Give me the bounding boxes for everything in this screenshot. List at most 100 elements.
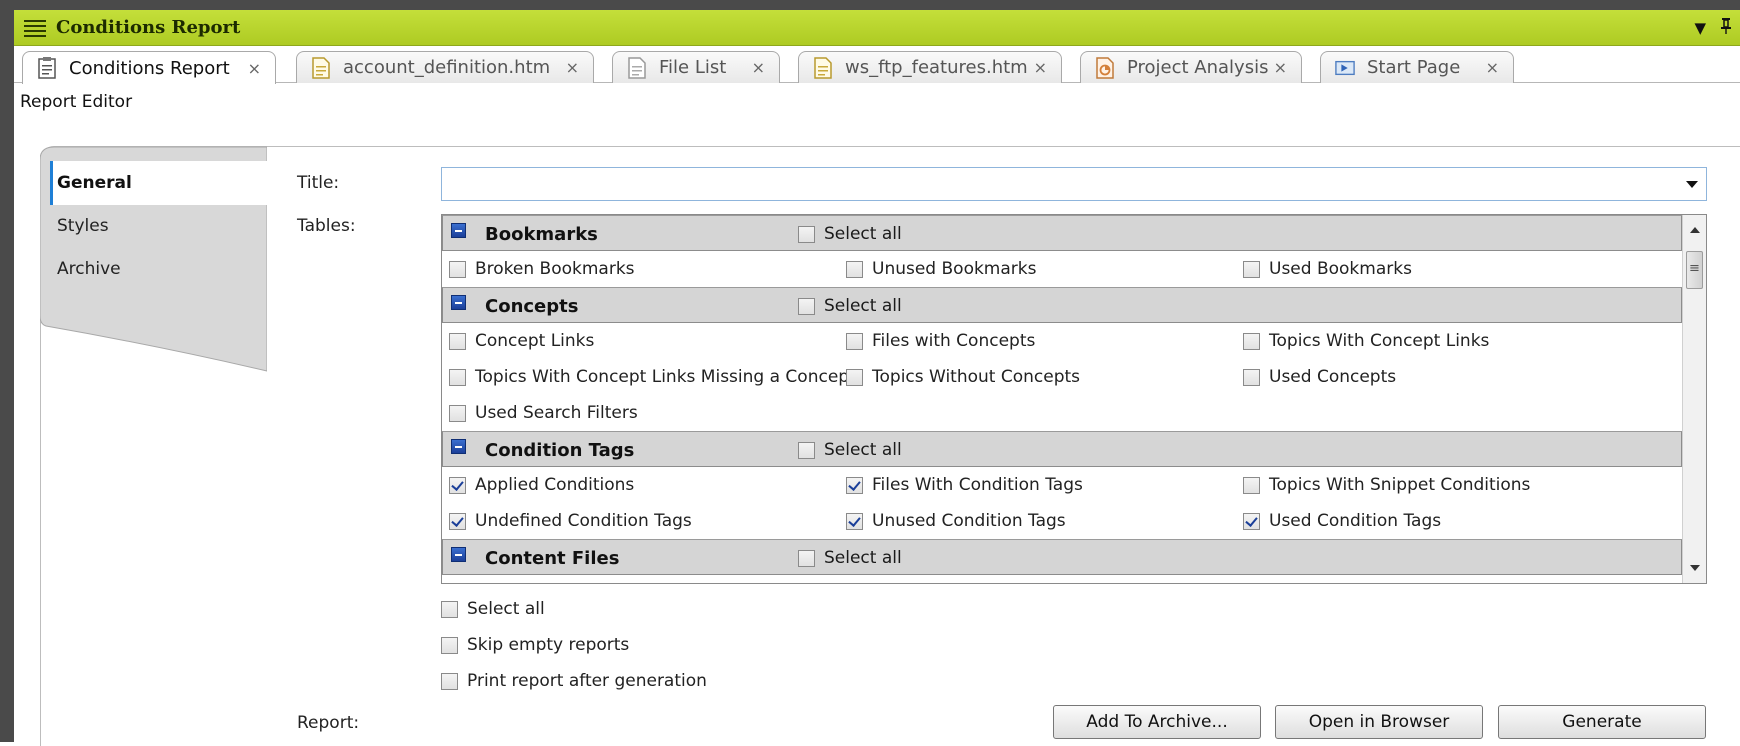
nav-general[interactable]: General bbox=[50, 161, 267, 205]
open-in-browser-button[interactable]: Open in Browser bbox=[1275, 705, 1483, 739]
close-icon[interactable]: × bbox=[1034, 58, 1047, 77]
close-icon[interactable]: × bbox=[752, 58, 765, 77]
table-option-topics-without-concepts[interactable]: Topics Without Concepts bbox=[846, 367, 1080, 387]
tab-label: Project Analysis bbox=[1127, 57, 1269, 78]
checkbox[interactable] bbox=[846, 368, 863, 386]
add-to-archive-button[interactable]: Add To Archive... bbox=[1053, 705, 1261, 739]
checkbox[interactable] bbox=[449, 260, 466, 278]
option-label: Print report after generation bbox=[467, 671, 707, 691]
tab-start-page[interactable]: Start Page × bbox=[1320, 51, 1514, 83]
option-skip-empty-reports[interactable]: Skip empty reports bbox=[441, 635, 629, 655]
vertical-scrollbar[interactable] bbox=[1682, 215, 1706, 583]
collapse-icon[interactable] bbox=[451, 295, 466, 310]
checkbox[interactable] bbox=[846, 332, 863, 350]
checkbox[interactable] bbox=[449, 404, 466, 422]
checkbox[interactable] bbox=[449, 368, 466, 386]
tab-account-definition[interactable]: account_definition.htm × bbox=[296, 51, 594, 83]
scroll-down-icon[interactable] bbox=[1690, 565, 1700, 571]
close-icon[interactable]: × bbox=[248, 59, 261, 78]
checkbox[interactable] bbox=[1243, 332, 1260, 350]
nav-archive[interactable]: Archive bbox=[50, 247, 267, 291]
group-name: Bookmarks bbox=[485, 224, 598, 245]
table-option-used-condition-tags[interactable]: Used Condition Tags bbox=[1243, 511, 1441, 531]
start-page-icon bbox=[1335, 60, 1355, 75]
checkbox[interactable] bbox=[449, 332, 466, 350]
table-option-applied-conditions[interactable]: Applied Conditions bbox=[449, 475, 634, 495]
table-row: Used Search Filters bbox=[442, 395, 1682, 431]
checkbox[interactable] bbox=[846, 476, 863, 494]
generate-button[interactable]: Generate bbox=[1498, 705, 1706, 739]
report-icon bbox=[38, 57, 56, 79]
analysis-icon bbox=[1096, 56, 1114, 79]
checkbox[interactable] bbox=[846, 512, 863, 530]
skip-empty-reports-checkbox[interactable] bbox=[441, 636, 458, 654]
table-option-unused-condition-tags[interactable]: Unused Condition Tags bbox=[846, 511, 1066, 531]
table-option-used-bookmarks[interactable]: Used Bookmarks bbox=[1243, 259, 1412, 279]
table-option-topics-with-concept-links-missing-a-concept[interactable]: Topics With Concept Links Missing a Conc… bbox=[449, 367, 856, 387]
panel-title: Conditions Report bbox=[56, 17, 241, 38]
chevron-down-icon[interactable] bbox=[1686, 181, 1698, 188]
table-option-used-concepts[interactable]: Used Concepts bbox=[1243, 367, 1396, 387]
scrollbar-thumb[interactable] bbox=[1686, 251, 1703, 289]
group-select-all[interactable]: Select all bbox=[798, 296, 902, 316]
collapse-icon[interactable] bbox=[451, 547, 466, 562]
select-all-checkbox[interactable] bbox=[798, 549, 815, 567]
table-option-label: Topics With Concept Links bbox=[1269, 331, 1490, 351]
close-icon[interactable]: × bbox=[1486, 58, 1499, 77]
table-option-label: Used Condition Tags bbox=[1269, 511, 1442, 531]
checkbox[interactable] bbox=[1243, 260, 1260, 278]
table-option-files-with-concepts[interactable]: Files with Concepts bbox=[846, 331, 1035, 351]
select-all-checkbox[interactable] bbox=[798, 441, 815, 459]
table-option-label: Undefined Condition Tags bbox=[475, 511, 692, 531]
group-select-all[interactable]: Select all bbox=[798, 440, 902, 460]
file-list-icon bbox=[628, 56, 646, 79]
table-option-undefined-condition-tags[interactable]: Undefined Condition Tags bbox=[449, 511, 692, 531]
checkbox[interactable] bbox=[1243, 368, 1260, 386]
tab-label: account_definition.htm bbox=[343, 57, 551, 78]
group-select-all[interactable]: Select all bbox=[798, 224, 902, 244]
close-icon[interactable]: × bbox=[1274, 58, 1287, 77]
table-option-label: Topics With Snippet Conditions bbox=[1269, 475, 1531, 495]
table-option-files-with-condition-tags[interactable]: Files With Condition Tags bbox=[846, 475, 1083, 495]
table-option-used-search-filters[interactable]: Used Search Filters bbox=[449, 403, 638, 423]
collapse-icon[interactable] bbox=[451, 439, 466, 454]
checkbox[interactable] bbox=[449, 512, 466, 530]
group-header-bookmarks: Bookmarks Select all bbox=[442, 215, 1682, 251]
table-option-topics-with-concept-links[interactable]: Topics With Concept Links bbox=[1243, 331, 1489, 351]
pin-icon[interactable] bbox=[1720, 18, 1732, 38]
table-option-broken-bookmarks[interactable]: Broken Bookmarks bbox=[449, 259, 635, 279]
tab-ws-ftp-features[interactable]: ws_ftp_features.htm × bbox=[798, 51, 1062, 83]
tables-list-box[interactable]: Bookmarks Select all Broken Bookmarks Unuse… bbox=[441, 214, 1707, 584]
option-select-all[interactable]: Select all bbox=[441, 599, 545, 619]
checkbox[interactable] bbox=[449, 476, 466, 494]
checkbox[interactable] bbox=[1243, 512, 1260, 530]
select-all-checkbox[interactable] bbox=[798, 225, 815, 243]
dropdown-arrow-icon[interactable]: ▼ bbox=[1694, 19, 1706, 37]
print-report-checkbox[interactable] bbox=[441, 672, 458, 690]
tab-project-analysis[interactable]: Project Analysis × bbox=[1080, 51, 1302, 83]
table-option-concept-links[interactable]: Concept Links bbox=[449, 331, 594, 351]
collapse-icon[interactable] bbox=[451, 223, 466, 238]
close-icon[interactable]: × bbox=[566, 58, 579, 77]
title-combobox[interactable] bbox=[441, 167, 1707, 201]
select-all-checkbox[interactable] bbox=[798, 297, 815, 315]
tab-label: File List bbox=[659, 57, 727, 78]
table-option-label: Broken Bookmarks bbox=[475, 259, 635, 279]
option-label: Skip empty reports bbox=[467, 635, 630, 655]
hamburger-menu-icon[interactable] bbox=[20, 10, 50, 46]
checkbox[interactable] bbox=[846, 260, 863, 278]
nav-styles[interactable]: Styles bbox=[50, 204, 267, 248]
select-all-label: Select all bbox=[824, 224, 902, 244]
scroll-up-icon[interactable] bbox=[1690, 227, 1700, 233]
select-all-checkbox[interactable] bbox=[441, 600, 458, 618]
table-row: Topics With Concept Links Missing a Conc… bbox=[442, 359, 1682, 395]
tab-conditions-report[interactable]: Conditions Report × bbox=[22, 51, 276, 84]
table-option-unused-bookmarks[interactable]: Unused Bookmarks bbox=[846, 259, 1036, 279]
table-option-label: Files with Concepts bbox=[872, 331, 1036, 351]
option-print-report[interactable]: Print report after generation bbox=[441, 671, 707, 691]
tab-file-list[interactable]: File List × bbox=[612, 51, 780, 83]
checkbox[interactable] bbox=[1243, 476, 1260, 494]
group-select-all[interactable]: Select all bbox=[798, 548, 902, 568]
table-option-topics-with-snippet-conditions[interactable]: Topics With Snippet Conditions bbox=[1243, 475, 1530, 495]
table-option-label: Unused Condition Tags bbox=[872, 511, 1066, 531]
